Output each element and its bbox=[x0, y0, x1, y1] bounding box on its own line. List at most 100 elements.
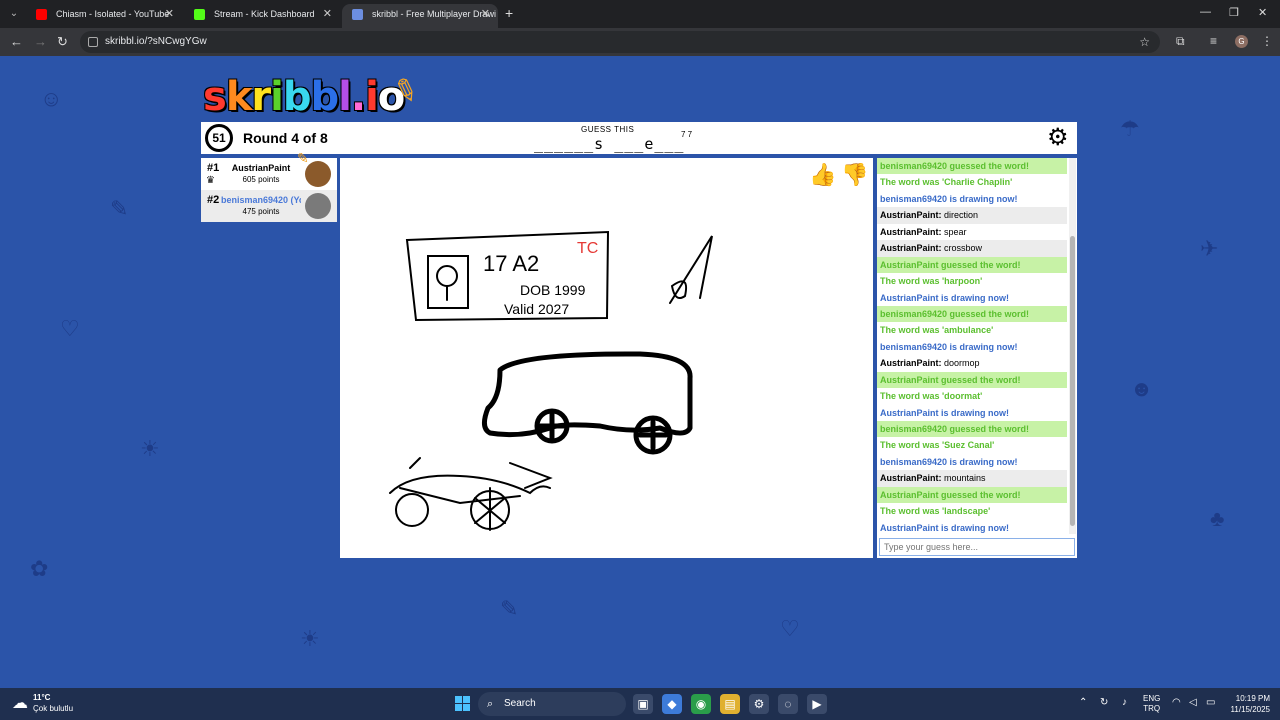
chat-text: The word was 'harpoon' bbox=[880, 276, 983, 287]
app-icon[interactable]: ◌ bbox=[778, 694, 798, 714]
chat-text: The word was 'ambulance' bbox=[880, 325, 994, 336]
chat-text: spear bbox=[944, 226, 967, 237]
close-tab-icon[interactable]: ✕ bbox=[165, 4, 174, 24]
settings-icon[interactable]: ⚙ bbox=[749, 694, 769, 714]
menu-dots-icon[interactable]: ⋮ bbox=[1261, 34, 1273, 48]
avatar bbox=[305, 193, 331, 219]
chat-message: benisman69420 is drawing now! bbox=[877, 339, 1067, 355]
chrome-icon[interactable]: ◉ bbox=[691, 694, 711, 714]
chat-text: AustrianPaint is drawing now! bbox=[880, 292, 1010, 303]
url-bar[interactable]: skribbl.io/?sNCwgYGw ☆ bbox=[80, 31, 1160, 53]
chat-text: The word was 'doormat' bbox=[880, 391, 983, 402]
logo-letter: k bbox=[225, 74, 253, 120]
chat-text: AustrianPaint guessed the word! bbox=[880, 489, 1021, 500]
kick-icon bbox=[194, 9, 205, 20]
player-row[interactable]: #2 benisman69420 (You) 475 points bbox=[201, 190, 337, 222]
tab-skribbl[interactable]: skribbl - Free Multiplayer Drawi ✕ bbox=[342, 4, 498, 28]
scroll-thumb[interactable] bbox=[1070, 236, 1075, 526]
player-points: 475 points bbox=[242, 207, 280, 216]
player-name: benisman69420 (You) bbox=[221, 195, 301, 205]
logo-letter: b bbox=[310, 74, 340, 120]
logo-letter: r bbox=[251, 74, 271, 120]
close-tab-icon[interactable]: ✕ bbox=[481, 4, 490, 24]
player-list: #1 ♛ AustrianPaint 605 points ✎ #2 benis… bbox=[201, 150, 337, 222]
language-indicator[interactable]: ENG TRQ bbox=[1143, 694, 1160, 714]
logo-letter: b bbox=[282, 74, 312, 120]
chat-text: benisman69420 is drawing now! bbox=[880, 456, 1018, 467]
background-doodle-icon: ✎ bbox=[110, 196, 129, 221]
background-doodle-icon: ♣ bbox=[1210, 506, 1225, 531]
tab-strip: ⌄ Chiasm - Isolated - YouTube ✕ Stream -… bbox=[0, 0, 1280, 28]
weather-icon[interactable]: ☁ bbox=[12, 693, 28, 713]
crown-icon: ♛ bbox=[206, 175, 215, 186]
minimize-icon[interactable]: — bbox=[1200, 6, 1211, 18]
url-text: skribbl.io/?sNCwgYGw bbox=[105, 36, 207, 47]
new-tab-button[interactable]: + bbox=[505, 5, 513, 21]
language-primary: ENG bbox=[1143, 694, 1161, 703]
volume-icon[interactable]: ◁ bbox=[1189, 697, 1197, 708]
chat-author: AustrianPaint: bbox=[880, 358, 942, 369]
file-explorer-icon[interactable]: ▤ bbox=[720, 694, 740, 714]
drawing-pencil-icon: ✎ bbox=[297, 150, 309, 166]
close-window-icon[interactable]: ✕ bbox=[1258, 6, 1267, 19]
extensions-icon[interactable]: ⧉ bbox=[1176, 34, 1185, 49]
back-icon[interactable]: ← bbox=[10, 34, 23, 49]
chat-text: benisman69420 is drawing now! bbox=[880, 193, 1018, 204]
settings-gear-icon[interactable]: ⚙ bbox=[1047, 124, 1069, 152]
battery-icon[interactable]: ▭ bbox=[1206, 697, 1215, 708]
chat-text: crossbow bbox=[944, 243, 983, 254]
chat-text: AustrianPaint is drawing now! bbox=[880, 522, 1010, 533]
profile-avatar[interactable]: G bbox=[1235, 35, 1248, 48]
tab-title: skribbl - Free Multiplayer Drawi bbox=[372, 9, 497, 19]
chat-text: AustrianPaint is drawing now! bbox=[880, 407, 1010, 418]
tab-kick[interactable]: Stream - Kick Dashboard ✕ bbox=[184, 4, 340, 28]
tab-title: Chiasm - Isolated - YouTube bbox=[56, 9, 170, 19]
start-windows-icon[interactable] bbox=[455, 696, 470, 711]
wifi-icon[interactable]: ◠ bbox=[1172, 697, 1181, 708]
reload-icon[interactable]: ↻ bbox=[57, 34, 68, 50]
task-view-icon[interactable]: ▣ bbox=[633, 694, 653, 714]
chat-scrollbar[interactable] bbox=[1069, 158, 1076, 534]
chat-message: AustrianPaint is drawing now! bbox=[877, 405, 1067, 421]
copilot-icon[interactable]: ◆ bbox=[662, 694, 682, 714]
background-doodle-icon: ☺ bbox=[40, 86, 63, 111]
chat-message: AustrianPaint: doormop bbox=[877, 355, 1067, 371]
media-player-icon[interactable]: ▶ bbox=[807, 694, 827, 714]
chat-text: mountains bbox=[944, 473, 986, 484]
site-info-icon[interactable] bbox=[88, 37, 98, 47]
player-rank: #1 bbox=[207, 162, 220, 174]
restore-icon[interactable]: ❐ bbox=[1229, 6, 1239, 19]
bookmark-star-icon[interactable]: ☆ bbox=[1139, 31, 1150, 53]
chat-text: The word was 'Suez Canal' bbox=[880, 440, 995, 451]
background-doodle-icon: ♡ bbox=[780, 616, 800, 641]
chat-panel: benisman69420 guessed the word! The word … bbox=[877, 158, 1077, 558]
microphone-icon[interactable]: ♪ bbox=[1122, 697, 1127, 708]
background-doodle-icon: ☻ bbox=[1130, 376, 1154, 401]
logo-letter: . bbox=[350, 74, 366, 120]
background-doodle-icon: ♡ bbox=[60, 316, 80, 341]
chat-message: AustrianPaint: crossbow bbox=[877, 240, 1067, 257]
chat-author: AustrianPaint: bbox=[880, 210, 942, 221]
chevron-up-icon[interactable]: ⌃ bbox=[1079, 697, 1087, 708]
taskbar-search[interactable]: ⌕ Search bbox=[478, 692, 626, 716]
logo-letter: s bbox=[203, 74, 227, 120]
chat-message: The word was 'harpoon' bbox=[877, 273, 1067, 289]
youtube-icon bbox=[36, 9, 47, 20]
forward-icon[interactable]: → bbox=[34, 34, 47, 49]
drawing-canvas[interactable]: 👍 👎 TC 17 A2 DOB 1999 Valid 2027 bbox=[340, 158, 873, 558]
chat-message: The word was 'landscape' bbox=[877, 503, 1067, 519]
media-icon[interactable]: ≡ bbox=[1210, 34, 1217, 48]
chat-message: benisman69420 is drawing now! bbox=[877, 454, 1067, 470]
system-clock[interactable]: 10:19 PM 11/15/2025 bbox=[1222, 693, 1270, 715]
logo-letter: i bbox=[365, 74, 379, 120]
close-tab-icon[interactable]: ✕ bbox=[323, 4, 332, 24]
tab-search-icon[interactable]: ⌄ bbox=[6, 6, 22, 22]
taskbar: ☁ 11°C Çok bulutlu ⌕ Search ▣ ◆ ◉ ▤ ⚙ ◌ … bbox=[0, 688, 1280, 720]
chat-message: AustrianPaint guessed the word! bbox=[877, 486, 1067, 504]
guess-input[interactable] bbox=[879, 538, 1075, 556]
sync-icon[interactable]: ↻ bbox=[1100, 697, 1108, 708]
tab-youtube[interactable]: Chiasm - Isolated - YouTube ✕ bbox=[26, 4, 182, 28]
player-row[interactable]: #1 ♛ AustrianPaint 605 points ✎ bbox=[201, 150, 337, 190]
chat-message: benisman69420 guessed the word! bbox=[877, 305, 1067, 323]
chat-text: direction bbox=[944, 210, 979, 221]
